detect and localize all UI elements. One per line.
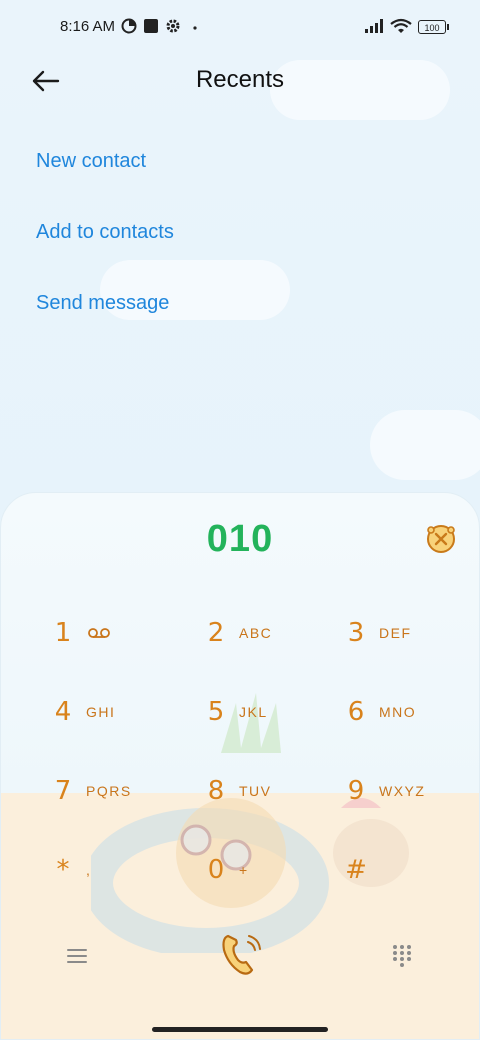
key-digit: 6 <box>347 697 365 727</box>
key-digit: # <box>345 855 367 885</box>
key-letters: WXYZ <box>379 783 426 799</box>
key-letters: DEF <box>379 625 412 641</box>
key-6[interactable]: 6 MNO <box>339 687 479 737</box>
page-title: Recents <box>195 66 285 93</box>
call-icon[interactable] <box>218 930 262 978</box>
square-app-icon <box>144 19 158 33</box>
key-digit: * <box>56 855 70 885</box>
new-contact-link[interactable]: New contact <box>36 150 146 173</box>
home-indicator[interactable] <box>152 1027 328 1032</box>
key-letters: ABC <box>239 625 273 641</box>
menu-icon[interactable] <box>66 946 88 966</box>
key-digit: 0 <box>207 855 225 885</box>
key-letters: MNO <box>379 704 417 720</box>
key-star[interactable]: * , <box>46 845 186 895</box>
key-0[interactable]: 0 + <box>199 845 339 895</box>
wifi-icon <box>390 18 412 33</box>
key-digit: 2 <box>207 618 225 648</box>
key-2[interactable]: 2 ABC <box>199 608 339 658</box>
key-4[interactable]: 4 GHI <box>46 687 186 737</box>
key-8[interactable]: 8 TUV <box>199 766 339 816</box>
key-digit: 5 <box>207 697 225 727</box>
settings-icon <box>166 19 180 33</box>
key-letters: , <box>86 862 92 878</box>
key-letters: + <box>239 862 249 878</box>
cloud-decoration <box>370 410 480 480</box>
backspace-icon[interactable] <box>424 522 458 556</box>
key-digit: 7 <box>54 776 72 806</box>
signal-icon <box>365 19 383 33</box>
key-digit: 1 <box>54 618 72 648</box>
keypad-icon[interactable] <box>392 944 412 968</box>
key-5[interactable]: 5 JKL <box>199 687 339 737</box>
status-time: 8:16 AM <box>60 18 116 35</box>
key-digit: 3 <box>347 618 365 648</box>
battery-level: 100 <box>424 23 440 33</box>
dot-icon <box>193 26 197 30</box>
battery-icon: 100 <box>418 20 449 34</box>
voicemail-icon <box>88 628 110 638</box>
key-digit: 9 <box>347 776 365 806</box>
key-letters: GHI <box>86 704 116 720</box>
key-7[interactable]: 7 PQRS <box>46 766 186 816</box>
status-bar: 8:16 AM 100 <box>0 0 480 56</box>
dialed-number[interactable]: 010 <box>0 518 480 561</box>
key-digit: 4 <box>54 697 72 727</box>
key-hash[interactable]: # <box>339 845 479 895</box>
key-letters: PQRS <box>86 783 132 799</box>
key-9[interactable]: 9 WXYZ <box>339 766 479 816</box>
key-digit: 8 <box>207 776 225 806</box>
add-to-contacts-link[interactable]: Add to contacts <box>36 221 174 244</box>
data-saver-icon <box>121 18 137 34</box>
send-message-link[interactable]: Send message <box>36 292 169 315</box>
key-3[interactable]: 3 DEF <box>339 608 479 658</box>
key-letters: JKL <box>239 704 268 720</box>
key-letters: TUV <box>239 783 272 799</box>
key-1[interactable]: 1 <box>46 608 186 658</box>
